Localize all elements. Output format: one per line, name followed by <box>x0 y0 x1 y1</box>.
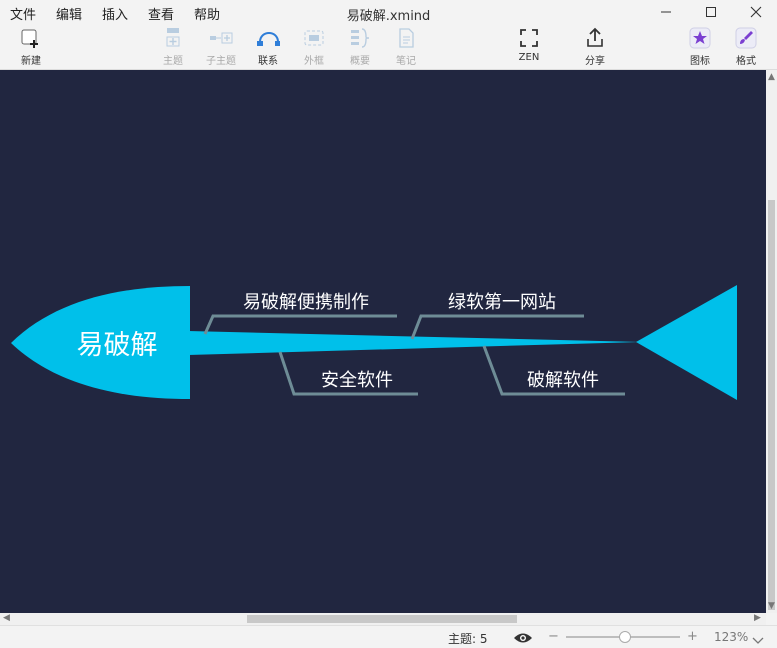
menu-insert[interactable]: 插入 <box>102 4 128 23</box>
fullscreen-icon <box>517 26 541 50</box>
maximize-button[interactable] <box>691 0 731 24</box>
scroll-right-icon[interactable]: ▶ <box>754 613 761 623</box>
new-button[interactable]: 新建 <box>9 26 53 68</box>
relationship-button[interactable]: 联系 <box>246 26 290 68</box>
xmind-window: 文件 编辑 插入 查看 帮助 易破解.xmind 新建 主题 子主题 联系 外框… <box>0 0 777 648</box>
close-icon <box>750 6 762 18</box>
zoom-in-icon[interactable]: + <box>687 629 698 644</box>
vertical-scroll-thumb[interactable] <box>768 200 775 610</box>
chevron-down-icon[interactable] <box>752 631 764 648</box>
topic-cracked-software[interactable]: 破解软件 <box>527 370 599 391</box>
maximize-icon <box>706 7 716 17</box>
notes-button[interactable]: 笔记 <box>384 26 428 68</box>
scroll-left-icon[interactable]: ◀ <box>3 613 10 623</box>
branch-line-1 <box>203 314 397 335</box>
horizontal-scroll-thumb[interactable] <box>247 615 517 623</box>
topic-icon <box>161 26 185 50</box>
paint-brush-icon <box>734 26 758 50</box>
summary-button[interactable]: 概要 <box>338 26 382 68</box>
boundary-label: 外框 <box>304 56 324 67</box>
topic-label: 主题 <box>163 56 183 67</box>
format-label: 格式 <box>736 56 756 67</box>
menu-view[interactable]: 查看 <box>148 4 174 23</box>
summary-label: 概要 <box>350 56 370 67</box>
scroll-down-icon[interactable]: ▼ <box>768 601 775 611</box>
title-bar: 文件 编辑 插入 查看 帮助 易破解.xmind <box>0 0 777 24</box>
summary-icon <box>348 26 372 50</box>
topic-count: 主题: 5 <box>448 632 488 646</box>
mindmap-canvas[interactable]: 易破解 易破解便携制作 绿软第一网站 安全软件 破解软件 <box>0 70 766 613</box>
icons-panel-button[interactable]: 图标 <box>678 26 722 68</box>
minimize-button[interactable] <box>646 0 686 24</box>
zen-button[interactable]: ZEN <box>507 26 551 68</box>
scroll-up-icon[interactable]: ▲ <box>768 72 775 82</box>
share-button[interactable]: 分享 <box>573 26 617 68</box>
menu-help[interactable]: 帮助 <box>194 4 220 23</box>
subtopic-icon <box>209 26 233 50</box>
zoom-out-icon[interactable]: − <box>548 629 559 644</box>
central-topic[interactable]: 易破解 <box>77 330 158 361</box>
branch-line-2 <box>410 314 584 340</box>
eye-icon[interactable] <box>513 630 533 648</box>
notes-label: 笔记 <box>396 56 416 67</box>
horizontal-scrollbar[interactable]: ◀ ▶ <box>0 613 766 625</box>
minimize-icon <box>661 11 671 13</box>
topic-security-software[interactable]: 安全软件 <box>321 370 393 391</box>
new-file-icon <box>19 26 43 50</box>
boundary-button[interactable]: 外框 <box>292 26 336 68</box>
topic-portable[interactable]: 易破解便携制作 <box>243 292 369 313</box>
menu-edit[interactable]: 编辑 <box>56 4 82 23</box>
share-label: 分享 <box>585 56 605 67</box>
menu-file[interactable]: 文件 <box>10 4 36 23</box>
close-button[interactable] <box>736 0 776 24</box>
relationship-label: 联系 <box>258 56 278 67</box>
zoom-slider-thumb[interactable] <box>619 631 631 643</box>
subtopic-label: 子主题 <box>206 56 236 67</box>
new-label: 新建 <box>21 56 41 67</box>
notes-icon <box>394 26 418 50</box>
vertical-scrollbar[interactable]: ▲ ▼ <box>766 70 777 613</box>
status-bar: 主题: 5 − + 123% <box>0 625 777 648</box>
topic-button[interactable]: 主题 <box>151 26 195 68</box>
fish-tail-shape <box>636 285 737 400</box>
fishbone-diagram: 易破解 易破解便携制作 绿软第一网站 安全软件 破解软件 <box>11 285 737 400</box>
topic-green-software[interactable]: 绿软第一网站 <box>448 292 556 313</box>
icons-label: 图标 <box>690 56 710 67</box>
subtopic-button[interactable]: 子主题 <box>199 26 243 68</box>
relationship-icon <box>256 26 280 50</box>
zen-label: ZEN <box>518 52 540 63</box>
zoom-level[interactable]: 123% <box>714 630 748 644</box>
toolbar: 新建 主题 子主题 联系 外框 概要 笔记 ZEN 分享 图标 格式 <box>0 24 777 70</box>
format-panel-button[interactable]: 格式 <box>724 26 768 68</box>
share-icon <box>583 26 607 50</box>
boundary-icon <box>302 26 326 50</box>
star-icon <box>688 26 712 50</box>
